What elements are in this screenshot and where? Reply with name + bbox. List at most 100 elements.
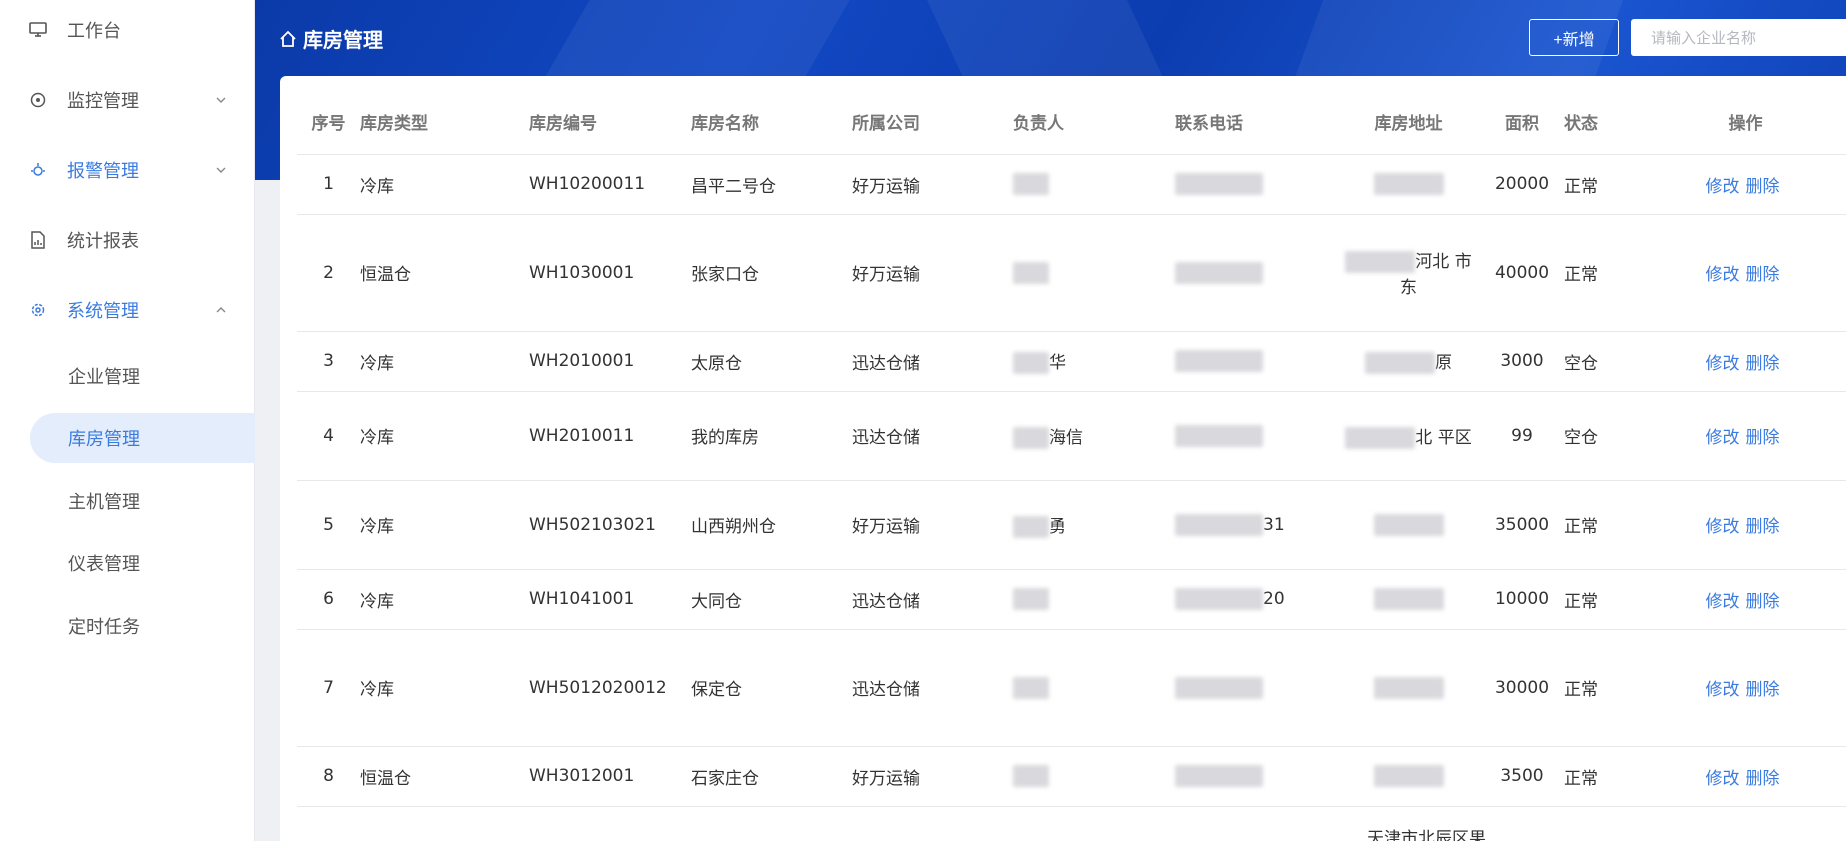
sidebar-subitem-meter[interactable]: 仪表管理: [30, 538, 255, 588]
delete-link[interactable]: 删除: [1746, 354, 1780, 374]
sidebar-item-reports[interactable]: 统计报表: [0, 210, 255, 270]
sidebar-item-label: 系统管理: [67, 301, 139, 322]
edit-link[interactable]: 修改: [1706, 769, 1740, 789]
edit-link[interactable]: 修改: [1706, 428, 1740, 448]
table-row: 5 冷库 WH502103021 山西朔州仓 好万运输勇 31 35000 正常 修改 删除: [297, 480, 1846, 570]
table-card: 序号 库房类型 库房编号 库房名称 所属公司 负责人 联系电话 库房地址 面积 …: [280, 76, 1846, 841]
column-header: 序号: [297, 90, 360, 155]
sidebar-subitem-label: 仪表管理: [68, 554, 140, 575]
sidebar-item-label: 统计报表: [67, 231, 139, 252]
edit-link[interactable]: 修改: [1706, 680, 1740, 700]
table-row: 4 冷库 WH2010011 我的库房 迅达仓储 海信北 平区 99 空仓 修改 删除: [297, 391, 1846, 481]
cell-area: 3000: [1480, 331, 1564, 392]
cell-name: 太原仓: [691, 331, 852, 392]
page-title-text: 库房管理: [303, 28, 383, 52]
cell-address: [1337, 569, 1480, 630]
cell-address: 原: [1337, 331, 1480, 392]
cell-address: 河北 市 东: [1337, 214, 1480, 332]
cell-address: [1337, 480, 1480, 570]
redacted-block: [1175, 261, 1263, 284]
cell-no: 6: [297, 569, 360, 630]
cell-phone: 20: [1175, 569, 1337, 630]
cell-status: 正常: [1564, 154, 1645, 215]
column-header: 库房编号: [529, 90, 691, 155]
delete-link[interactable]: 删除: [1746, 428, 1780, 448]
warehouse-table: 序号 库房类型 库房编号 库房名称 所属公司 负责人 联系电话 库房地址 面积 …: [297, 90, 1846, 807]
redacted-block: [1013, 765, 1049, 787]
cell-company: 好万运输: [852, 746, 1013, 807]
column-header: 面积: [1480, 90, 1564, 155]
delete-link[interactable]: 删除: [1746, 177, 1780, 197]
cell-actions: 修改 删除: [1645, 629, 1846, 747]
cell-phone: 31: [1175, 480, 1337, 570]
table-row: 8 恒温仓 WH3012001 石家庄仓 好万运输 3500 正常 修改 删除: [297, 746, 1846, 807]
cell-actions: 修改 删除: [1645, 480, 1846, 570]
edit-link[interactable]: 修改: [1706, 265, 1740, 285]
cell-no: 7: [297, 629, 360, 747]
column-header: 联系电话: [1175, 90, 1337, 155]
redacted-block: [1013, 676, 1049, 699]
sidebar-subitem-label: 企业管理: [68, 367, 140, 388]
edit-link[interactable]: 修改: [1706, 354, 1740, 374]
sidebar-subitem-warehouse[interactable]: 库房管理: [30, 413, 255, 463]
cell-name: 昌平二号仓: [691, 154, 852, 215]
redacted-block: [1373, 513, 1444, 536]
sidebar-item-alarm[interactable]: 报警管理: [0, 140, 255, 200]
cell-code: WH2010011: [529, 391, 691, 481]
delete-link[interactable]: 删除: [1746, 517, 1780, 537]
cell-code: WH2010001: [529, 331, 691, 392]
cell-status: 正常: [1564, 480, 1645, 570]
cell-company: 好万运输: [852, 214, 1013, 332]
delete-link[interactable]: 删除: [1746, 265, 1780, 285]
redacted-block: [1013, 352, 1049, 374]
redacted-block: [1373, 588, 1444, 610]
cell-area: 35000: [1480, 480, 1564, 570]
cell-text: 原: [1435, 353, 1452, 373]
edit-link[interactable]: 修改: [1706, 592, 1740, 612]
cell-address: [1337, 629, 1480, 747]
monitor-icon: [28, 20, 48, 40]
chevron-down-icon: [216, 97, 226, 103]
redacted-block: [1013, 426, 1049, 449]
cell-code: WH1030001: [529, 214, 691, 332]
cell-owner: 华: [1013, 331, 1175, 392]
add-button[interactable]: +新增: [1529, 19, 1619, 56]
table-row: 7 冷库 WH5012020012 保定仓 迅达仓储 30000 正常 修改 删除: [297, 629, 1846, 747]
alarm-bug-icon: [28, 160, 48, 180]
edit-link[interactable]: 修改: [1706, 517, 1740, 537]
sidebar-subitem-enterprise[interactable]: 企业管理: [30, 351, 255, 401]
sidebar-subitem-host[interactable]: 主机管理: [30, 476, 255, 526]
chevron-up-icon: [216, 307, 226, 313]
cell-actions: 修改 删除: [1645, 569, 1846, 630]
cell-text: 勇: [1049, 516, 1066, 537]
cell-actions: 修改 删除: [1645, 154, 1846, 215]
redacted-block: [1013, 588, 1049, 610]
monitor-target-icon: [28, 90, 48, 110]
edit-link[interactable]: 修改: [1706, 177, 1740, 197]
redacted-block: [1175, 350, 1263, 372]
cell-company: 迅达仓储: [852, 391, 1013, 481]
delete-link[interactable]: 删除: [1746, 592, 1780, 612]
sidebar-item-system[interactable]: 系统管理: [0, 280, 255, 340]
sidebar-item-label: 监控管理: [67, 91, 139, 112]
cell-owner: 海信: [1013, 391, 1175, 481]
redacted-block: [1175, 513, 1263, 536]
delete-link[interactable]: 删除: [1746, 769, 1780, 789]
sidebar-subitem-timer[interactable]: 定时任务: [30, 601, 255, 651]
column-header: 库房类型: [360, 90, 529, 155]
column-header: 库房地址: [1337, 90, 1480, 155]
cell-company: 好万运输: [852, 480, 1013, 570]
sidebar-item-workbench[interactable]: 工作台: [0, 0, 255, 60]
sidebar-item-monitor[interactable]: 监控管理: [0, 70, 255, 130]
cell-name: 我的库房: [691, 391, 852, 481]
cell-address: 北 平区: [1337, 391, 1480, 481]
cell-status: 正常: [1564, 214, 1645, 332]
cell-no: 1: [297, 154, 360, 215]
redacted-block: [1373, 173, 1444, 195]
delete-link[interactable]: 删除: [1746, 680, 1780, 700]
cell-actions: 修改 删除: [1645, 331, 1846, 392]
search-input[interactable]: [1631, 19, 1846, 56]
column-header: 库房名称: [691, 90, 852, 155]
cell-owner: [1013, 154, 1175, 215]
cell-owner: [1013, 746, 1175, 807]
